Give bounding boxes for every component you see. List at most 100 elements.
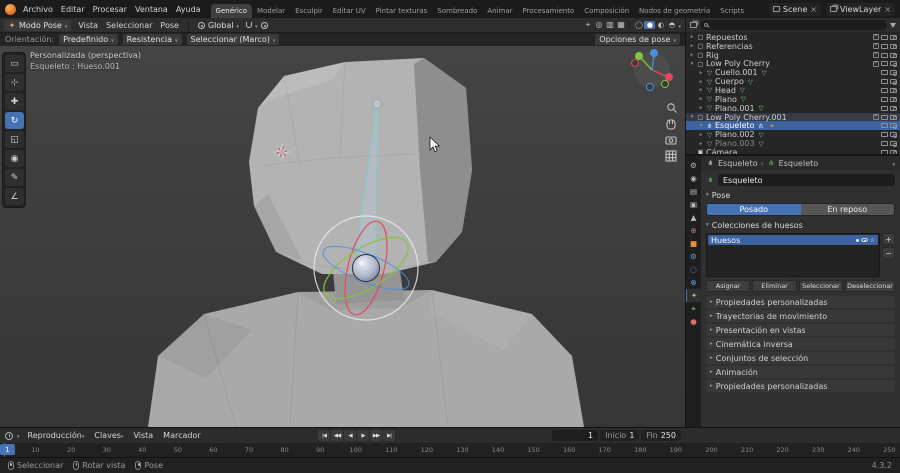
topbar-menu[interactable]: Ventana [131,3,172,16]
properties-tab-scene[interactable]: ▲ [686,211,701,224]
topbar-menu[interactable]: Editar [57,3,89,16]
seleccionar-button[interactable]: Seleccionar [798,280,844,292]
expand-arrow-icon[interactable]: ▸ [688,34,696,40]
axis-y-ball[interactable] [635,52,643,60]
hide-viewport-toggle[interactable] [881,114,888,120]
disable-render-toggle[interactable] [890,70,897,76]
tool-select-box[interactable]: ▭ [5,55,24,72]
workspace-tab[interactable]: Modelar [252,4,290,18]
shading-solid-icon[interactable]: ● [644,21,656,29]
scene-selector[interactable]: Scene [768,2,821,16]
blender-logo-icon[interactable] [5,3,16,15]
outliner-row[interactable]: ▸ ▽ Plano.002 ▽ [686,130,900,139]
workspace-tab[interactable]: Genérico [210,4,252,18]
list-resize-grip[interactable]: ⋯ [708,270,878,276]
panel-presentaci-n-en-vistas[interactable]: ▸ Presentación en vistas [706,324,895,336]
gizmos-toggle-icon[interactable]: ◎ [593,20,604,30]
transform-orientation-dropdown[interactable]: Global [194,20,243,31]
xray-toggle-icon[interactable]: ▦ [615,20,626,30]
shading-material-icon[interactable]: ◐ [655,21,666,29]
pose-position-posed-button[interactable]: Posado [707,204,801,215]
solo-dot-icon[interactable] [855,238,859,242]
remove-collection-button[interactable]: − [882,247,895,259]
outliner-row[interactable]: ▸ ▽ Plano ▽ [686,95,900,104]
topbar-menu[interactable]: Archivo [19,3,57,16]
playhead[interactable]: 1 [0,444,15,455]
outliner-row[interactable]: ▸ ▢ Referencias [686,42,900,51]
mode-dropdown[interactable]: ✦ Modo Pose [4,19,72,31]
timeline-editor-icon[interactable] [5,431,13,440]
tool-scale[interactable]: ◱ [5,131,24,148]
workspace-tab[interactable]: Scripts [715,4,749,18]
expand-arrow-icon[interactable]: ▸ [697,141,705,147]
disable-render-toggle[interactable] [890,79,897,85]
panel-trayectorias-de-movimiento[interactable]: ▸ Trayectorias de movimiento [706,310,895,322]
editor-type-dropdown-icon[interactable] [17,431,20,440]
expand-arrow-icon[interactable]: ▾ [697,123,705,129]
snap-dropdown-icon[interactable] [255,21,258,30]
expand-arrow-icon[interactable]: ▸ [697,87,705,93]
outliner-row[interactable]: ▸ ▢ Repuestos [686,33,900,42]
timeline-menu[interactable]: Vista [129,429,157,442]
hide-viewport-toggle[interactable] [881,43,888,49]
disable-render-toggle[interactable] [890,123,897,129]
axis-x-neg-ball[interactable] [631,59,639,67]
snap-magnet-icon[interactable] [246,22,252,28]
exclude-checkbox[interactable] [873,60,879,67]
exclude-checkbox[interactable] [873,33,879,41]
disable-render-toggle[interactable] [890,34,897,41]
properties-tab-output[interactable]: ▤ [686,185,701,198]
selectability-toggle-icon[interactable]: ⌖ [582,20,593,30]
outliner-row[interactable]: ▸ ▽ Cuello.001 ▽ [686,68,900,77]
breadcrumb-data[interactable]: Esqueleto [779,159,818,168]
deseleccionar-button[interactable]: Deseleccionar [845,280,895,292]
topbar-menu[interactable]: Procesar [89,3,131,16]
filter-icon[interactable] [890,22,896,28]
workspace-tab[interactable]: Pintar texturas [371,4,433,18]
axis-z-neg-ball[interactable] [646,83,654,91]
play-button[interactable]: ▶ [357,430,369,441]
bone-collections-list[interactable]: Huesos ☆ ⋯ [706,233,880,277]
eliminar-button[interactable]: Eliminar [752,280,797,292]
viewport-canvas[interactable]: Personalizada (perspectiva) Esqueleto : … [0,46,685,427]
tool-rotate[interactable]: ↻ [5,112,24,129]
unlink-view-layer-icon[interactable] [884,5,891,14]
workspace-tab[interactable]: Composición [579,4,634,18]
outliner-row[interactable]: ▸ ▢ Rig [686,51,900,60]
timeline-menu[interactable]: Marcador [159,429,204,442]
breadcrumb-options-icon[interactable] [892,159,895,168]
panel-animaci-n[interactable]: ▸ Animación [706,366,895,378]
outliner-row[interactable]: ▾ ▢ Low Poly Cherry [686,59,900,68]
shading-dropdown-icon[interactable] [678,21,681,30]
armature-name-field[interactable]: Esqueleto [718,174,895,186]
expand-arrow-icon[interactable]: ▸ [688,43,696,49]
bone-collections-header[interactable]: ▾ Colecciones de huesos [706,220,895,230]
hide-viewport-toggle[interactable] [881,105,888,111]
overlays-toggle-icon[interactable]: ▥ [604,20,615,30]
bone-collection-item[interactable]: Huesos ☆ [708,235,878,245]
properties-tab-modifiers[interactable]: ⚙ [686,250,701,263]
visibility-eye-icon[interactable] [860,238,868,242]
frame-start-field[interactable]: Inicio 1 [600,430,640,441]
falloff-dropdown[interactable]: Resistencia [122,34,182,45]
next-keyframe-button[interactable]: ▶▶ [370,430,382,441]
shading-rendered-icon[interactable]: ◓ [666,21,677,29]
axis-x-ball[interactable] [665,73,673,81]
panel-conjuntos-de-selecci-n[interactable]: ▸ Conjuntos de selección [706,352,895,364]
disable-render-toggle[interactable] [890,96,897,103]
properties-tab-bone[interactable]: ⌖ [686,302,701,315]
properties-tab-object[interactable]: ■ [686,237,701,250]
3d-scene[interactable] [0,46,685,427]
disable-render-toggle[interactable] [890,105,897,112]
workspace-tab[interactable]: Sombreado [432,4,482,18]
select-mode-dropdown[interactable]: Seleccionar (Marco) [186,34,280,45]
exclude-checkbox[interactable] [873,51,879,59]
expand-arrow-icon[interactable]: ▸ [688,52,696,58]
panel-propiedades-personalizadas[interactable]: ▸ Propiedades personalizadas [706,296,895,308]
pose-panel-header[interactable]: ▾ Pose [706,190,895,200]
frame-end-field[interactable]: Fin 250 [641,430,681,441]
disable-render-toggle[interactable] [890,52,897,59]
hide-viewport-toggle[interactable] [881,34,888,40]
expand-arrow-icon[interactable]: ▸ [697,132,705,138]
hide-viewport-toggle[interactable] [881,79,888,85]
